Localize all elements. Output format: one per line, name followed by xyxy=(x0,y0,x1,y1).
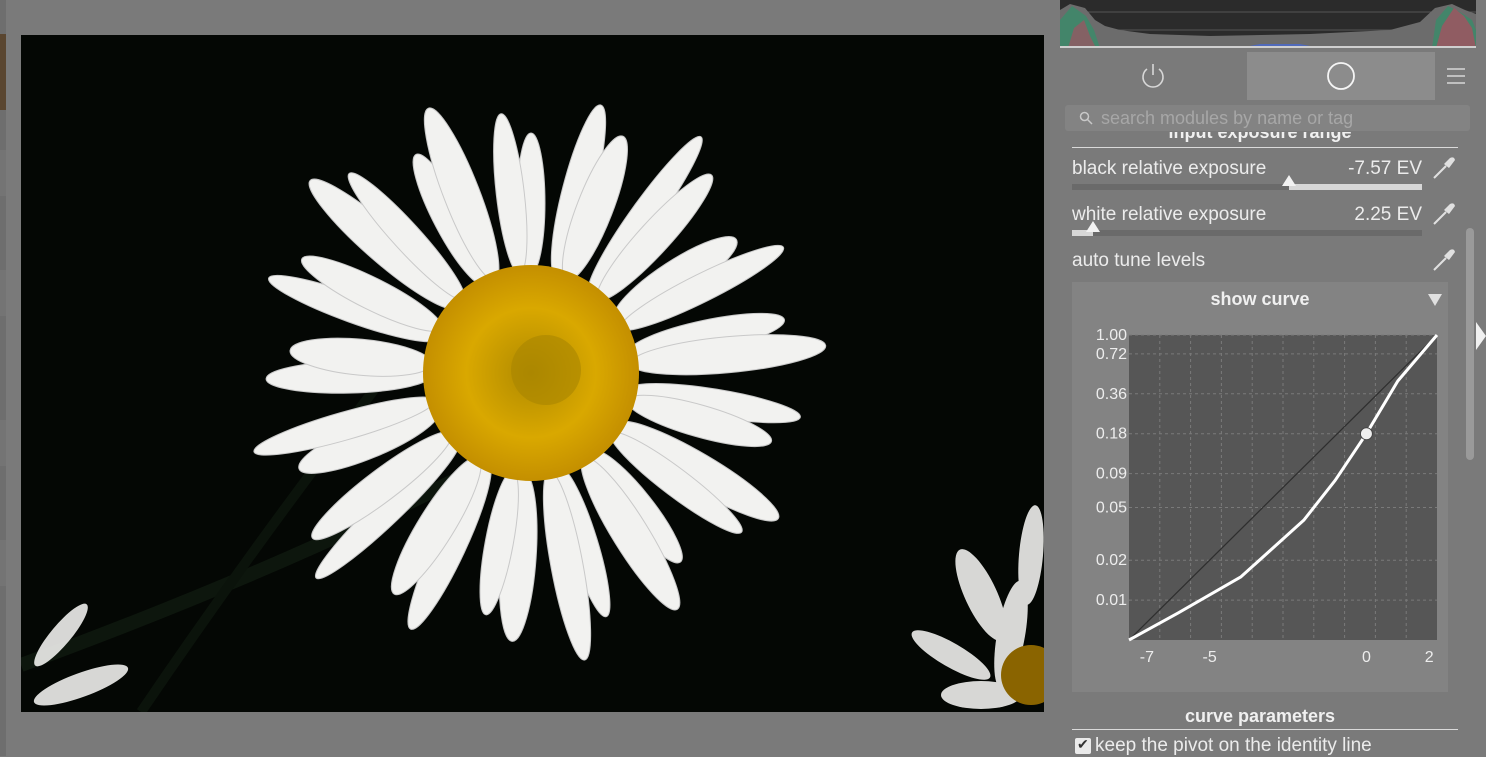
y-tick-label: 0.36 xyxy=(1096,386,1127,403)
color-picker-icon[interactable] xyxy=(1430,200,1458,228)
filmstrip-marker xyxy=(0,540,6,586)
white-exposure-track[interactable] xyxy=(1072,221,1422,236)
section-title-input-exposure-range: input exposure range xyxy=(1168,132,1352,142)
black-exposure-track[interactable] xyxy=(1072,175,1422,190)
white-relative-exposure-value: 2.25 EV xyxy=(1354,204,1422,225)
y-tick-label: 0.09 xyxy=(1096,466,1127,483)
filmstrip-marker xyxy=(0,270,6,316)
show-curve-toggle[interactable]: show curve xyxy=(1072,282,1448,318)
pivot-point xyxy=(1359,427,1373,441)
module-search-input[interactable]: search modules by name or tag xyxy=(1065,105,1470,131)
power-icon xyxy=(1142,64,1164,88)
curve-graph[interactable]: 1.00 0.72 0.36 0.18 0.09 0.05 0.02 0.01 -7 -5 0 2 xyxy=(1072,318,1448,692)
x-tick-label: 2 xyxy=(1425,649,1434,666)
module-panel: input exposure range black relative expo… xyxy=(1060,132,1470,756)
color-picker-icon[interactable] xyxy=(1430,246,1458,274)
section-divider xyxy=(1072,729,1458,730)
filmstrip-marker xyxy=(0,150,6,196)
triangle-down-icon xyxy=(1428,294,1442,306)
filmstrip-marker xyxy=(0,420,6,466)
hamburger-menu-icon xyxy=(1447,68,1465,84)
filmstrip-edge xyxy=(0,0,6,756)
auto-tune-levels-label: auto tune levels xyxy=(1072,250,1206,271)
y-tick-label: 0.18 xyxy=(1096,426,1127,443)
section-divider xyxy=(1072,147,1458,148)
circle-icon xyxy=(1327,62,1355,90)
y-tick-label: 0.72 xyxy=(1096,346,1127,363)
white-relative-exposure-slider[interactable]: white relative exposure 2.25 EV xyxy=(1072,200,1458,240)
right-panel: search modules by name or tag input expo… xyxy=(1050,0,1486,756)
black-relative-exposure-value: -7.57 EV xyxy=(1348,158,1422,179)
search-placeholder: search modules by name or tag xyxy=(1101,107,1354,128)
color-picker-icon[interactable] xyxy=(1430,154,1458,182)
black-exposure-fill xyxy=(1289,184,1422,190)
show-curve-label: show curve xyxy=(1210,289,1310,309)
auto-tune-levels-row[interactable]: auto tune levels xyxy=(1072,246,1458,286)
image-canvas[interactable] xyxy=(21,35,1044,712)
white-exposure-thumb[interactable] xyxy=(1086,221,1100,232)
black-relative-exposure-label: black relative exposure xyxy=(1072,158,1267,179)
y-tick-label: 0.02 xyxy=(1096,552,1127,569)
y-tick-label: 0.01 xyxy=(1096,592,1127,609)
triangle-right-icon[interactable] xyxy=(1476,322,1486,350)
x-tick-label: -7 xyxy=(1140,649,1154,666)
module-panel-scrollbar[interactable] xyxy=(1466,132,1474,756)
curve-chart: 1.00 0.72 0.36 0.18 0.09 0.05 0.02 0.01 -7 -5 0 2 xyxy=(1096,327,1439,666)
black-exposure-thumb[interactable] xyxy=(1282,175,1296,186)
filmstrip-thumbnail[interactable] xyxy=(0,34,6,110)
tab-active-modules[interactable] xyxy=(1247,52,1435,100)
search-icon xyxy=(1079,111,1093,125)
daisy-photo xyxy=(21,35,1044,712)
scrollbar-thumb[interactable] xyxy=(1466,228,1474,460)
x-tick-label: -5 xyxy=(1202,649,1216,666)
white-relative-exposure-label: white relative exposure xyxy=(1072,204,1267,225)
y-tick-label: 1.00 xyxy=(1096,327,1127,344)
tab-active-modules-power[interactable] xyxy=(1060,52,1246,100)
black-relative-exposure-slider[interactable]: black relative exposure -7.57 EV xyxy=(1072,154,1458,194)
section-title-curve-parameters: curve parameters xyxy=(1184,706,1336,726)
keep-pivot-checkbox[interactable]: ✔ xyxy=(1075,736,1091,754)
keep-pivot-label: keep the pivot on the identity line xyxy=(1095,735,1372,756)
checkmark-icon: ✔ xyxy=(1077,736,1089,752)
histogram[interactable] xyxy=(1060,0,1476,48)
presets-menu-button[interactable] xyxy=(1436,52,1476,100)
x-tick-label: 0 xyxy=(1362,649,1371,666)
y-tick-label: 0.05 xyxy=(1096,499,1127,516)
module-group-tabs xyxy=(1060,52,1476,100)
